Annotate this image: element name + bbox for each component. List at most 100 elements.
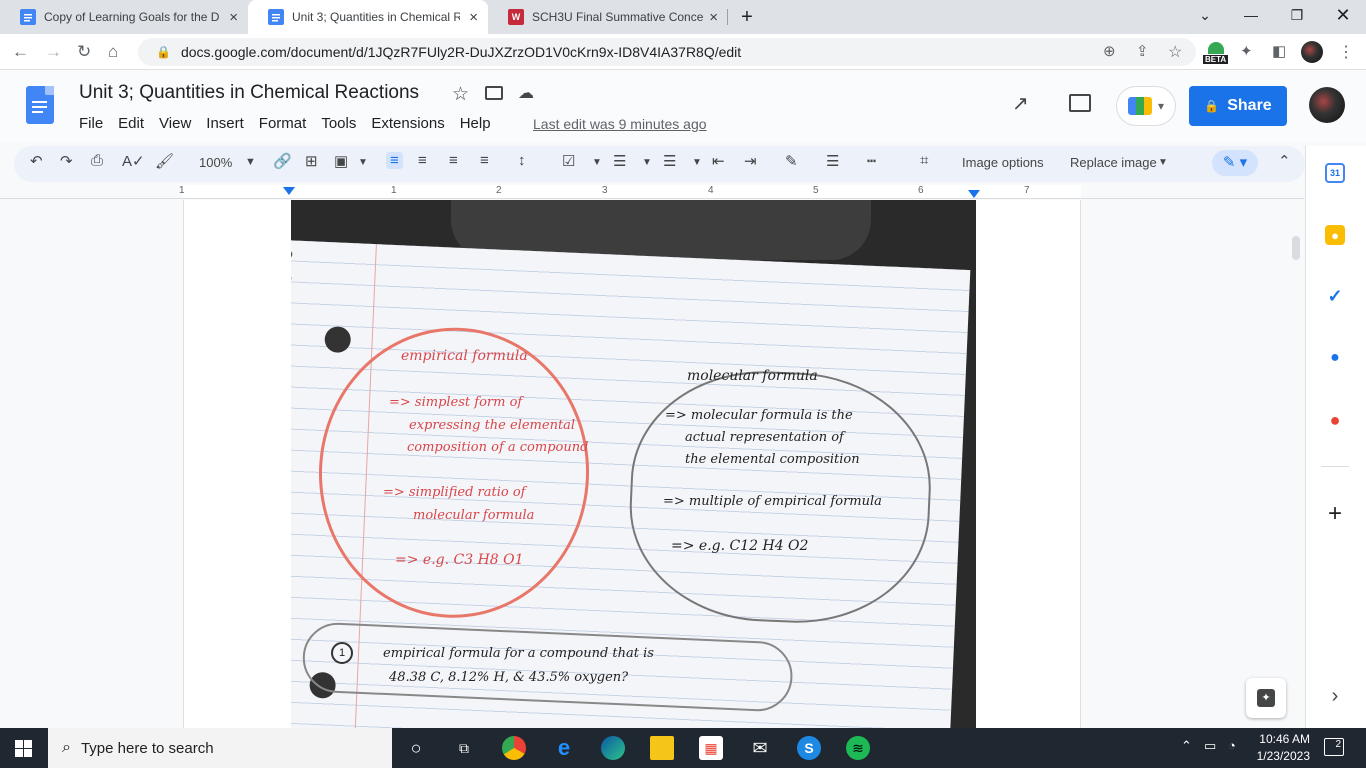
home-icon[interactable]: ⌂ — [108, 42, 118, 62]
expand-side-panel-icon[interactable]: › — [1325, 685, 1345, 707]
decrease-indent-icon[interactable]: ⇤ — [712, 152, 725, 170]
skype-icon[interactable]: S — [797, 736, 821, 760]
close-tab-icon[interactable]: × — [229, 9, 238, 26]
file-explorer-icon[interactable] — [650, 736, 674, 760]
new-tab-button[interactable]: + — [724, 2, 770, 32]
chevron-down-icon[interactable]: ▼ — [1158, 157, 1168, 168]
increase-indent-icon[interactable]: ⇥ — [744, 152, 757, 170]
chevron-down-icon[interactable]: ▼ — [245, 156, 256, 168]
redo-icon[interactable]: ↷ — [60, 152, 73, 170]
windows-start-icon[interactable] — [15, 740, 32, 757]
checklist-icon[interactable]: ☑ — [562, 152, 575, 170]
insert-image-icon[interactable]: ▣ — [334, 152, 348, 170]
menu-extensions[interactable]: Extensions — [371, 115, 444, 132]
align-left-icon[interactable]: ≡ — [386, 152, 403, 169]
spellcheck-icon[interactable]: A✓ — [122, 152, 145, 170]
menu-file[interactable]: File — [79, 115, 103, 132]
right-indent-marker[interactable] — [968, 190, 980, 198]
system-clock[interactable]: 10:46 AM 1/23/2023 — [1250, 731, 1310, 765]
tab-search-chevron-icon[interactable]: ⌄ — [1182, 0, 1228, 30]
cortana-icon[interactable]: ○ — [404, 736, 428, 760]
menu-insert[interactable]: Insert — [206, 115, 244, 132]
chevron-down-icon[interactable]: ▼ — [358, 157, 368, 168]
bookmark-star-icon[interactable]: ☆ — [1168, 42, 1182, 62]
calendar-icon[interactable]: 31 — [1325, 163, 1345, 183]
edge-icon[interactable] — [601, 736, 625, 760]
contacts-icon[interactable]: ● — [1325, 348, 1345, 368]
browser-menu-icon[interactable]: ⋮ — [1338, 42, 1354, 62]
close-tab-icon[interactable]: × — [709, 9, 718, 26]
left-indent-marker[interactable] — [283, 187, 295, 195]
task-view-icon[interactable]: ⧉ — [452, 736, 476, 760]
browser-profile-avatar[interactable] — [1301, 41, 1323, 63]
line-spacing-icon[interactable]: ↕ — [518, 152, 526, 169]
maps-icon[interactable]: ● — [1325, 410, 1345, 430]
battery-icon[interactable]: ▭ — [1204, 738, 1216, 754]
notebook-photo[interactable]: empirical formula => simplest form of ex… — [291, 200, 976, 728]
border-color-icon[interactable]: ✎ — [785, 152, 798, 170]
add-addon-icon[interactable]: + — [1325, 500, 1345, 527]
crop-image-icon[interactable]: ⌗ — [920, 152, 928, 169]
paint-format-icon[interactable]: 🖌 — [155, 152, 174, 170]
border-dash-icon[interactable]: ┅ — [867, 152, 876, 170]
collapse-menus-icon[interactable]: ⌃ — [1278, 152, 1291, 170]
account-avatar[interactable] — [1309, 87, 1345, 123]
google-docs-logo-icon[interactable] — [26, 86, 54, 124]
align-right-icon[interactable]: ≡ — [449, 152, 458, 169]
meet-button[interactable]: ▾ — [1116, 86, 1176, 126]
menu-help[interactable]: Help — [460, 115, 491, 132]
insert-link-icon[interactable]: 🔗 — [273, 152, 292, 170]
reload-icon[interactable]: ↻ — [77, 42, 91, 62]
microsoft-store-icon[interactable]: ▦ — [699, 736, 723, 760]
last-edit-link[interactable]: Last edit was 9 minutes ago — [533, 116, 707, 132]
mail-icon[interactable]: ✉ — [748, 736, 772, 760]
activity-trend-icon[interactable]: ↗ — [1012, 91, 1029, 116]
chevron-down-icon[interactable]: ▼ — [592, 157, 602, 168]
image-options-button[interactable]: Image options — [962, 155, 1044, 170]
bulleted-list-icon[interactable]: ☰ — [613, 152, 626, 170]
forward-icon[interactable]: → — [45, 42, 62, 62]
restore-button[interactable]: ❐ — [1274, 0, 1320, 30]
replace-image-button[interactable]: Replace image — [1070, 155, 1157, 170]
extensions-puzzle-icon[interactable]: ✦ — [1240, 42, 1253, 60]
internet-explorer-icon[interactable]: e — [552, 735, 576, 760]
zoom-select[interactable]: 100% — [199, 155, 232, 170]
menu-view[interactable]: View — [159, 115, 191, 132]
print-icon[interactable]: ⎙ — [91, 152, 103, 169]
add-comment-icon[interactable]: ⊞ — [305, 152, 318, 170]
menu-edit[interactable]: Edit — [118, 115, 144, 132]
align-center-icon[interactable]: ≡ — [418, 152, 427, 169]
back-icon[interactable]: ← — [12, 42, 29, 62]
tasks-icon[interactable]: ✓ — [1325, 286, 1345, 306]
undo-icon[interactable]: ↶ — [30, 152, 43, 170]
chevron-down-icon[interactable]: ▼ — [642, 157, 652, 168]
share-page-icon[interactable]: ⇪ — [1136, 42, 1149, 60]
spotify-icon[interactable]: ≋ — [846, 736, 870, 760]
minimize-button[interactable]: — — [1228, 0, 1274, 30]
scrollbar-thumb[interactable] — [1292, 236, 1300, 260]
move-to-folder-icon[interactable] — [485, 86, 503, 100]
browser-tab-sch3u[interactable]: W SCH3U Final Summative Concept × — [488, 0, 728, 34]
close-tab-icon[interactable]: × — [469, 9, 478, 26]
editing-mode-pencil-icon[interactable]: ✎ ▾ — [1212, 150, 1258, 176]
menu-format[interactable]: Format — [259, 115, 307, 132]
star-icon[interactable]: ☆ — [452, 83, 469, 106]
cloud-status-icon[interactable]: ☁ — [518, 83, 534, 103]
keep-icon[interactable]: ● — [1325, 225, 1345, 245]
border-weight-icon[interactable]: ☰ — [826, 152, 839, 170]
notification-center-icon[interactable]: 2 — [1324, 738, 1344, 756]
zoom-icon[interactable]: ⊕ — [1103, 42, 1116, 60]
explore-button[interactable]: ✦ — [1246, 678, 1286, 718]
omnibox[interactable]: 🔒 docs.google.com/document/d/1JQzR7FUly2… — [138, 38, 1196, 66]
justify-icon[interactable]: ≡ — [480, 152, 489, 169]
share-button[interactable]: 🔒 Share — [1189, 86, 1287, 126]
wifi-icon[interactable]: ◔ — [1228, 738, 1236, 753]
browser-tab-learning-goals[interactable]: Copy of Learning Goals for the D × — [0, 0, 248, 34]
close-window-button[interactable]: ✕ — [1320, 0, 1366, 30]
document-title[interactable]: Unit 3; Quantities in Chemical Reactions — [79, 82, 419, 104]
menu-tools[interactable]: Tools — [321, 115, 356, 132]
numbered-list-icon[interactable]: ☰ — [663, 152, 676, 170]
show-hidden-icons-chevron-icon[interactable]: ⌃ — [1181, 738, 1192, 754]
taskbar-search-box[interactable]: ⌕ Type here to search — [48, 728, 392, 768]
comments-icon[interactable] — [1069, 94, 1091, 112]
